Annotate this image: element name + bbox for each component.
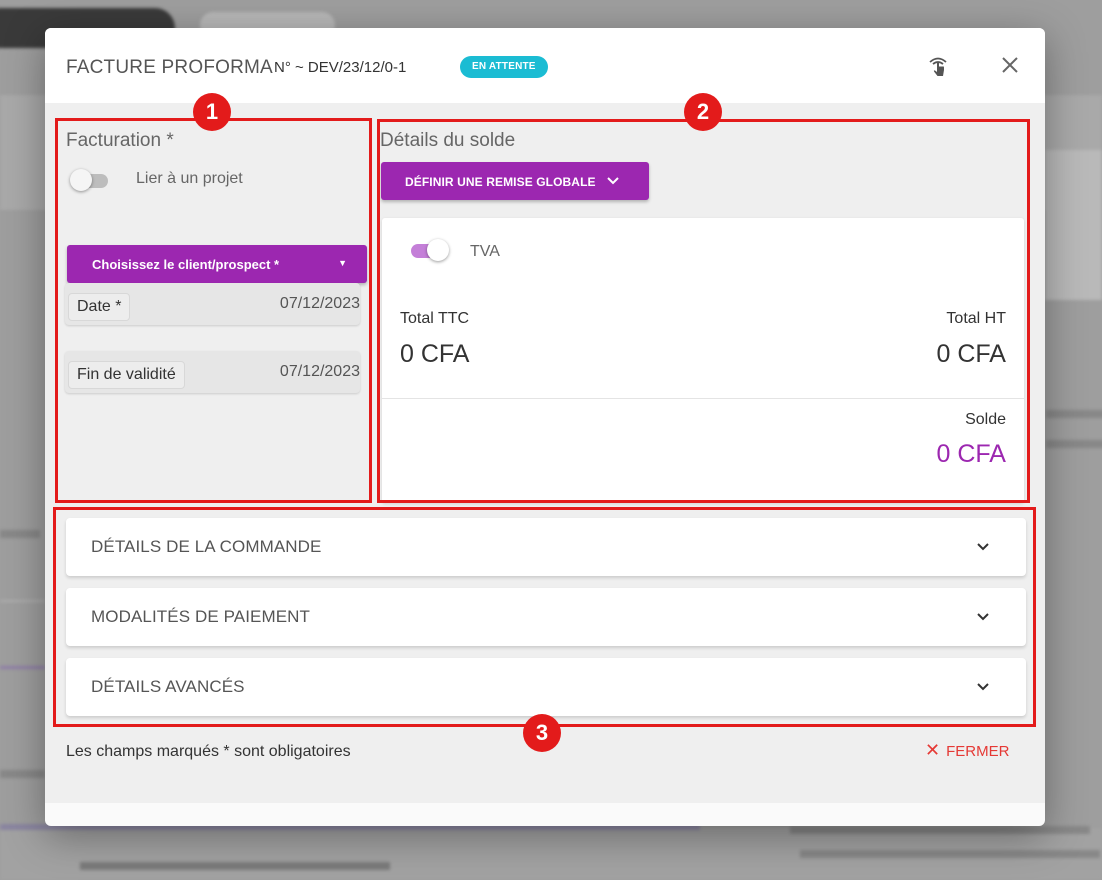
dialog-header: FACTURE PROFORMA N° ~ DEV/23/12/0-1 EN A… xyxy=(45,28,1045,103)
annotation-badge-2: 2 xyxy=(684,93,722,131)
dialog-title: FACTURE PROFORMA xyxy=(66,57,273,78)
highlight-box-2 xyxy=(377,119,1030,503)
tap-hand-icon[interactable] xyxy=(925,53,951,79)
close-button[interactable]: ✕ FERMER xyxy=(925,740,1009,761)
highlight-box-3 xyxy=(53,507,1036,727)
background-divider xyxy=(0,600,45,602)
required-fields-note: Les champs marqués * sont obligatoires xyxy=(66,743,351,760)
background-panel xyxy=(1045,150,1102,300)
annotation-badge-3: 3 xyxy=(523,714,561,752)
document-number: N° ~ DEV/23/12/0-1 xyxy=(274,59,407,76)
background-text xyxy=(1046,410,1102,418)
status-badge: EN ATTENTE xyxy=(460,56,548,78)
background-text xyxy=(800,850,1100,858)
background-text xyxy=(0,770,45,778)
background-text xyxy=(790,826,1090,834)
highlight-box-1 xyxy=(55,118,372,503)
close-x-icon: ✕ xyxy=(925,740,941,760)
close-icon[interactable] xyxy=(997,52,1023,78)
background-text xyxy=(80,862,390,870)
background-text xyxy=(0,530,40,538)
close-button-label: FERMER xyxy=(946,743,1010,760)
background-text xyxy=(1046,440,1102,448)
annotation-badge-1: 1 xyxy=(193,93,231,131)
background-divider xyxy=(0,666,45,669)
